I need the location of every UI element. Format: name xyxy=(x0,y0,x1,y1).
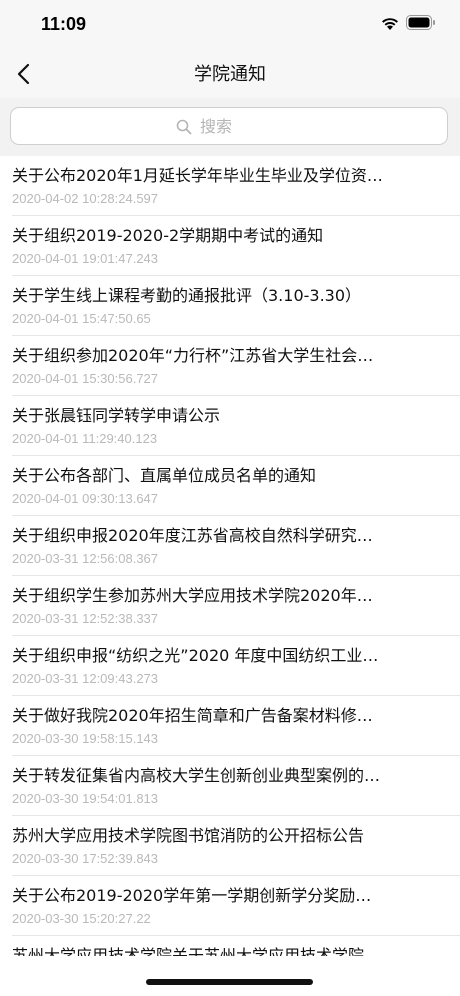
notice-item[interactable]: 关于组织学生参加苏州大学应用技术学院2020年… 2020-03-31 12:5… xyxy=(0,576,460,636)
page-title: 学院通知 xyxy=(194,64,266,85)
status-bar: 11:09 xyxy=(0,0,460,48)
notice-title: 关于学生线上课程考勤的通报批评（3.10-3.30） xyxy=(12,286,362,305)
notice-title: 关于做好我院2020年招生简章和广告备案材料修… xyxy=(12,706,373,725)
notice-item[interactable]: 关于组织申报“纺织之光”2020 年度中国纺织工业… 2020-03-31 12… xyxy=(0,636,460,696)
notice-timestamp: 2020-04-01 19:01:47.243 xyxy=(12,251,159,266)
wifi-icon xyxy=(380,16,400,35)
notice-title: 关于张晨钰同学转学申请公示 xyxy=(12,406,221,425)
notice-timestamp: 2020-03-30 15:20:27.22 xyxy=(12,911,151,926)
notice-timestamp: 2020-04-01 11:29:40.123 xyxy=(12,431,158,446)
notice-title: 关于公布2020年1月延长学年毕业生毕业及学位资… xyxy=(12,166,383,185)
notice-list: 关于公布2020年1月延长学年毕业生毕业及学位资… 2020-04-02 10:… xyxy=(0,156,460,956)
notice-timestamp: 2020-03-30 19:58:15.143 xyxy=(12,731,159,746)
notice-timestamp: 2020-03-31 12:52:38.337 xyxy=(12,611,159,626)
notice-title: 关于组织申报2020年度江苏省高校自然科学研究… xyxy=(12,526,373,545)
notice-title: 关于公布各部门、直属单位成员名单的通知 xyxy=(12,466,317,485)
notice-timestamp: 2020-03-31 12:56:08.367 xyxy=(12,551,159,566)
notice-item[interactable]: 关于做好我院2020年招生简章和广告备案材料修… 2020-03-30 19:5… xyxy=(0,696,460,756)
notice-item[interactable]: 关于组织2019-2020-2学期期中考试的通知 2020-04-01 19:0… xyxy=(0,216,460,276)
notice-item[interactable]: 关于组织参加2020年“力行杯”江苏省大学生社会… 2020-04-01 15:… xyxy=(0,336,460,396)
notice-timestamp: 2020-04-01 15:30:56.727 xyxy=(12,371,159,386)
notice-timestamp: 2020-03-30 17:52:39.843 xyxy=(12,851,159,866)
search-placeholder-row xyxy=(11,116,447,137)
notice-title: 关于组织学生参加苏州大学应用技术学院2020年… xyxy=(12,586,373,605)
notice-title: 关于公布2019-2020学年第一学期创新学分奖励… xyxy=(12,886,372,905)
notice-item[interactable]: 关于公布2019-2020学年第一学期创新学分奖励… 2020-03-30 15… xyxy=(0,876,460,936)
notice-item[interactable]: 关于公布2020年1月延长学年毕业生毕业及学位资… 2020-04-02 10:… xyxy=(0,156,460,216)
search-bar-container xyxy=(0,98,460,156)
notice-item[interactable]: 关于转发征集省内高校大学生创新创业典型案例的… 2020-03-30 19:54… xyxy=(0,756,460,816)
notice-title: 苏州大学应用技术学院图书馆消防的公开招标公告 xyxy=(12,826,365,845)
search-icon xyxy=(176,117,198,136)
notice-title: 苏州大学应用技术学院关于苏州大学应用技术学院 xyxy=(12,946,365,956)
notice-item[interactable]: 关于张晨钰同学转学申请公示 2020-04-01 11:29:40.123 xyxy=(0,396,460,456)
notice-timestamp: 2020-03-31 12:09:43.273 xyxy=(12,671,159,686)
search-input[interactable] xyxy=(198,116,282,137)
notice-title: 关于组织申报“纺织之光”2020 年度中国纺织工业… xyxy=(12,646,379,665)
notice-title: 关于组织2019-2020-2学期期中考试的通知 xyxy=(12,226,324,245)
battery-icon xyxy=(406,15,436,34)
notice-item[interactable]: 关于组织申报2020年度江苏省高校自然科学研究… 2020-03-31 12:5… xyxy=(0,516,460,576)
home-indicator xyxy=(146,979,313,985)
notice-item[interactable]: 关于学生线上课程考勤的通报批评（3.10-3.30） 2020-04-01 15… xyxy=(0,276,460,336)
navigation-bar: 学院通知 xyxy=(0,48,460,98)
notice-timestamp: 2020-04-01 15:47:50.65 xyxy=(12,311,151,326)
notice-item[interactable]: 关于公布各部门、直属单位成员名单的通知 2020-04-01 09:30:13.… xyxy=(0,456,460,516)
status-time: 11:09 xyxy=(41,14,87,34)
notice-title: 关于组织参加2020年“力行杯”江苏省大学生社会… xyxy=(12,346,374,365)
notice-item[interactable]: 苏州大学应用技术学院关于苏州大学应用技术学院 xyxy=(0,936,460,956)
notice-title: 关于转发征集省内高校大学生创新创业典型案例的… xyxy=(12,766,381,785)
notice-timestamp: 2020-04-01 09:30:13.647 xyxy=(12,491,159,506)
notice-timestamp: 2020-04-02 10:28:24.597 xyxy=(12,191,159,206)
search-box[interactable] xyxy=(10,107,448,145)
notice-timestamp: 2020-03-30 19:54:01.813 xyxy=(12,791,159,806)
notice-item[interactable]: 苏州大学应用技术学院图书馆消防的公开招标公告 2020-03-30 17:52:… xyxy=(0,816,460,876)
